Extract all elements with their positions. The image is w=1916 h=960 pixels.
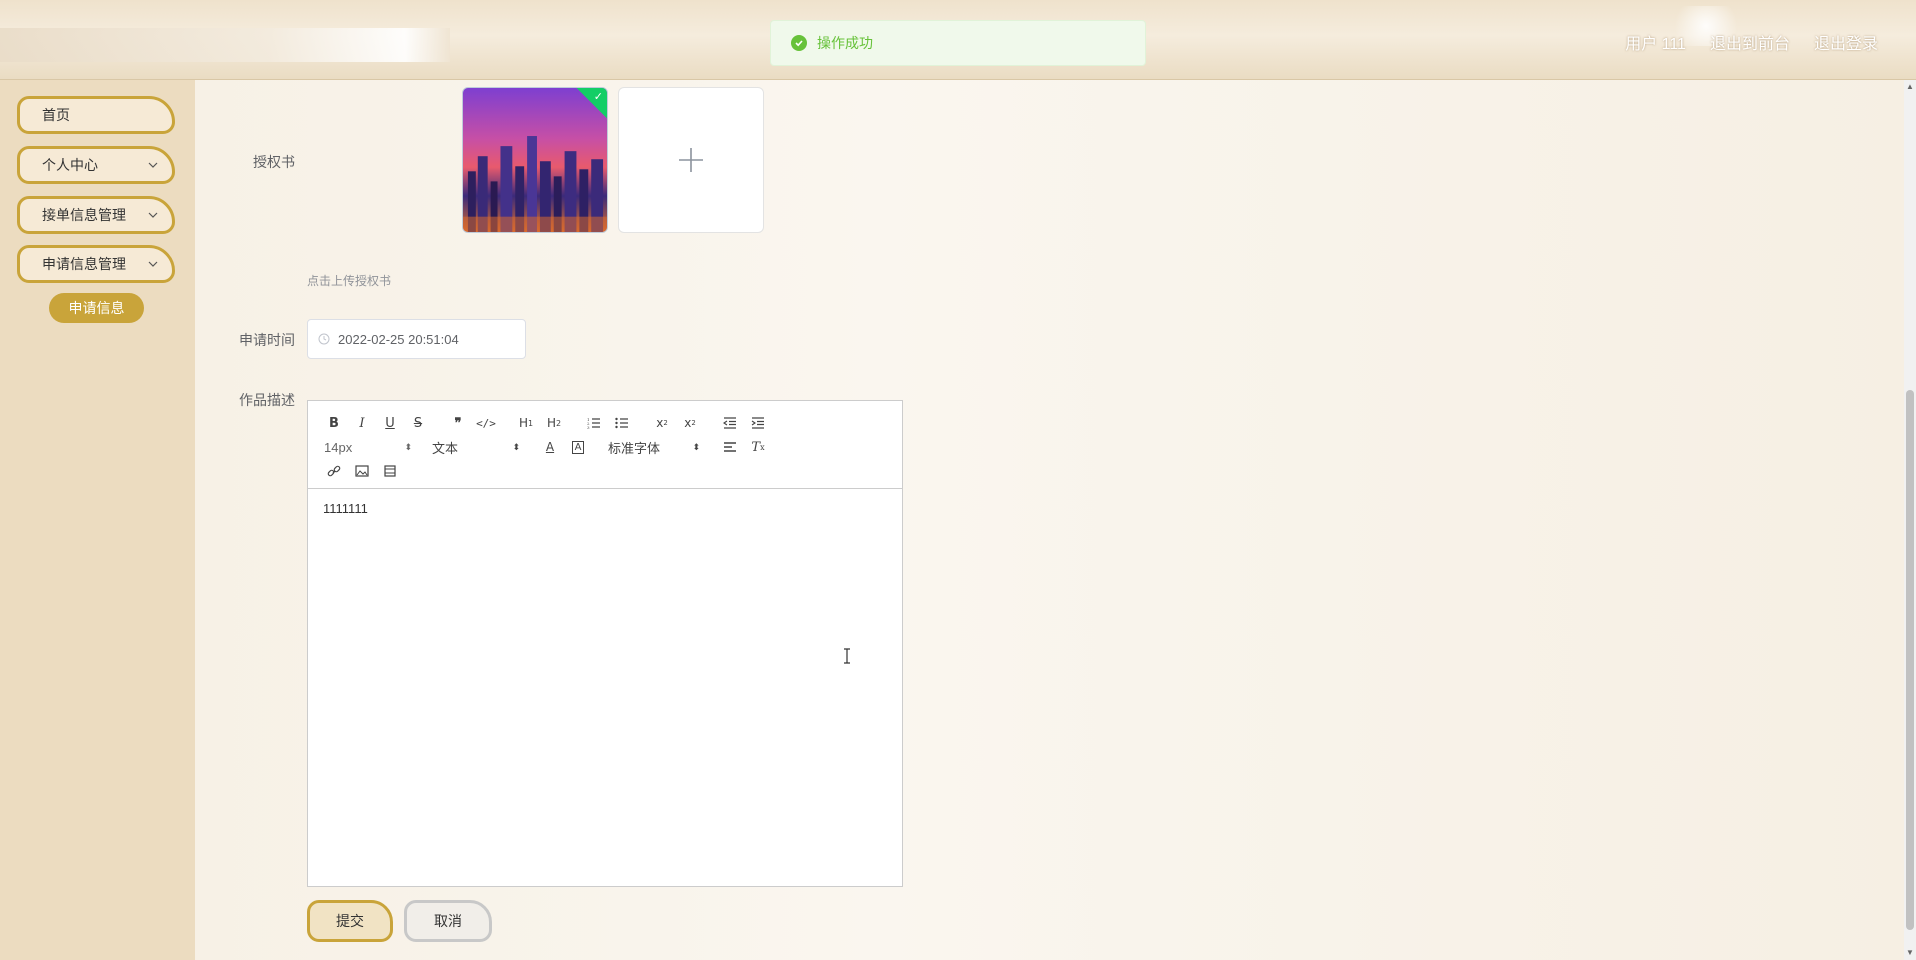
sidebar-item-label: 个人中心	[42, 157, 98, 173]
sidebar-item-personal-center[interactable]: 个人中心	[17, 146, 175, 184]
italic-icon[interactable]: I	[348, 411, 376, 435]
plus-icon	[679, 148, 703, 172]
cancel-button[interactable]: 取消	[404, 900, 492, 942]
select-arrows-icon: ⬍	[512, 441, 520, 452]
rich-text-editor: B I U S ❞ </> H1 H2 123 x2 x2 14px ⬍ 文本 …	[307, 400, 903, 887]
cancel-button-label: 取消	[434, 913, 462, 929]
city-skyline-image	[463, 136, 607, 232]
sidebar-item-label: 首页	[42, 107, 70, 123]
success-toast: 操作成功	[770, 20, 1146, 66]
text-style-value: 文本	[432, 440, 459, 456]
code-block-icon[interactable]: </>	[472, 411, 500, 435]
image-icon[interactable]	[348, 459, 376, 483]
apply-time-input[interactable]: 2022-02-25 20:51:04	[307, 319, 526, 359]
outdent-icon[interactable]	[716, 411, 744, 435]
authorization-label: 授权书	[253, 154, 295, 170]
select-arrows-icon: ⬍	[692, 441, 700, 452]
submit-button[interactable]: 提交	[307, 900, 393, 942]
title-strip	[0, 28, 450, 62]
font-size-value: 14px	[324, 439, 353, 455]
text-style-select[interactable]: 文本 ⬍	[428, 435, 524, 459]
toast-message: 操作成功	[817, 35, 873, 51]
check-circle-icon	[791, 35, 807, 51]
font-family-select[interactable]: 标准字体 ⬍	[604, 435, 704, 459]
scroll-down-icon[interactable]: ▼	[1905, 948, 1915, 958]
video-icon[interactable]	[376, 459, 404, 483]
sidebar-subitem-label: 申请信息	[68, 300, 125, 316]
strikethrough-icon[interactable]: S	[404, 411, 432, 435]
user-label: 用户 111	[1625, 36, 1686, 53]
apply-time-label: 申请时间	[239, 332, 295, 348]
sidebar-subitem-application-info[interactable]: 申请信息	[49, 293, 144, 323]
description-label: 作品描述	[239, 392, 295, 408]
font-family-value: 标准字体	[608, 440, 661, 456]
svg-text:3: 3	[587, 425, 590, 429]
sidebar: 首页 个人中心 接单信息管理 申请信息管理 申请信息	[0, 80, 195, 960]
align-icon[interactable]	[716, 435, 744, 459]
sidebar-item-label: 申请信息管理	[42, 256, 126, 272]
toolbar-row-3	[320, 459, 890, 483]
clock-icon	[318, 333, 330, 345]
indent-icon[interactable]	[744, 411, 772, 435]
font-size-select[interactable]: 14px ⬍	[320, 435, 416, 459]
editor-content-area[interactable]: 1111111	[308, 489, 902, 528]
underline-icon[interactable]: U	[376, 411, 404, 435]
text-cursor-icon	[844, 648, 850, 664]
sidebar-item-application-management[interactable]: 申请信息管理	[17, 245, 175, 283]
upload-add-button[interactable]	[618, 87, 764, 233]
heading-1-icon[interactable]: H1	[512, 411, 540, 435]
editor-text: 1111111	[323, 501, 368, 516]
check-icon: ✓	[593, 91, 603, 103]
editor-toolbar: B I U S ❞ </> H1 H2 123 x2 x2 14px ⬍ 文本 …	[308, 401, 902, 489]
select-arrows-icon: ⬍	[404, 441, 412, 452]
chevron-down-icon	[148, 212, 158, 218]
apply-time-value: 2022-02-25 20:51:04	[338, 331, 459, 347]
bold-icon[interactable]: B	[320, 411, 348, 435]
bullet-list-icon[interactable]	[608, 411, 636, 435]
upload-tip: 点击上传授权书	[307, 274, 392, 288]
scroll-up-icon[interactable]: ▲	[1905, 82, 1915, 92]
clear-format-icon[interactable]: Tx	[744, 435, 772, 459]
chevron-down-icon	[148, 162, 158, 168]
sidebar-item-order-management[interactable]: 接单信息管理	[17, 196, 175, 234]
subscript-icon[interactable]: x2	[648, 411, 676, 435]
sidebar-item-home[interactable]: 首页	[17, 96, 175, 134]
toolbar-row-1: B I U S ❞ </> H1 H2 123 x2 x2	[320, 411, 890, 435]
vertical-scrollbar[interactable]: ▲ ▼	[1904, 80, 1916, 960]
heading-2-icon[interactable]: H2	[540, 411, 568, 435]
toolbar-row-2: 14px ⬍ 文本 ⬍ A A 标准字体 ⬍ Tx	[320, 435, 890, 459]
superscript-icon[interactable]: x2	[676, 411, 704, 435]
user-area: 用户 111 退出到前台 退出登录	[1625, 30, 1878, 54]
blockquote-icon[interactable]: ❞	[444, 411, 472, 435]
link-icon[interactable]	[320, 459, 348, 483]
logout-link[interactable]: 退出登录	[1814, 30, 1878, 54]
ordered-list-icon[interactable]: 123	[580, 411, 608, 435]
chevron-down-icon	[148, 261, 158, 267]
submit-button-label: 提交	[336, 913, 364, 929]
uploaded-image-thumbnail[interactable]: ✓	[462, 87, 608, 233]
sidebar-item-label: 接单信息管理	[42, 207, 126, 223]
back-to-front-link[interactable]: 退出到前台	[1710, 30, 1790, 54]
scrollbar-thumb[interactable]	[1906, 390, 1914, 930]
background-color-icon[interactable]: A	[564, 435, 592, 459]
font-color-icon[interactable]: A	[536, 435, 564, 459]
